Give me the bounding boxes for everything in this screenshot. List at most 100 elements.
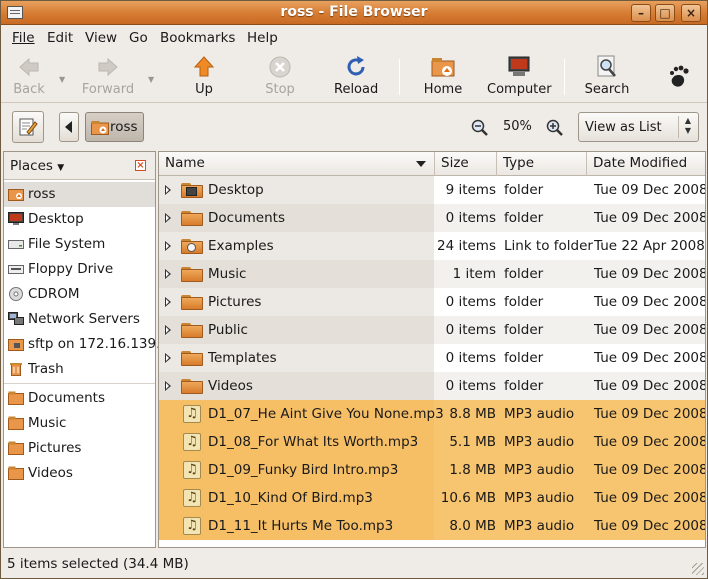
table-row[interactable]: Videos 0 items folder Tue 09 Dec 2008 <box>159 372 705 400</box>
sidebar-item-floppy-drive[interactable]: Floppy Drive <box>4 257 155 282</box>
table-row[interactable]: Documents 0 items folder Tue 09 Dec 2008 <box>159 204 705 232</box>
table-row[interactable]: Templates 0 items folder Tue 09 Dec 2008 <box>159 344 705 372</box>
search-button[interactable]: Search <box>584 55 630 97</box>
expand-triangle-icon[interactable] <box>165 241 171 251</box>
file-date: Tue 09 Dec 2008 <box>594 210 706 226</box>
sidebar-item-cdrom[interactable]: CDROM <box>4 282 155 307</box>
forward-button[interactable]: Forward <box>81 55 135 97</box>
audio-file-icon: ♫ <box>183 517 201 535</box>
file-type: folder <box>504 378 544 394</box>
file-name: Pictures <box>208 294 262 310</box>
sidebar-separator <box>4 383 155 384</box>
file-name: Templates <box>208 350 277 366</box>
sidebar-item-label: Floppy Drive <box>28 261 114 277</box>
sidebar-bookmark-videos[interactable]: Videos <box>4 461 155 486</box>
sidebar-item-sftp[interactable]: sftp on 172.16.139. <box>4 332 160 357</box>
file-date: Tue 09 Dec 2008 <box>594 322 706 338</box>
zoom-in-icon[interactable] <box>546 119 563 136</box>
sidebar-bookmark-documents[interactable]: Documents <box>4 386 155 411</box>
maximize-button[interactable]: □ <box>655 4 675 22</box>
zoom-out-icon[interactable] <box>471 119 488 136</box>
menu-edit[interactable]: Edit <box>47 30 73 46</box>
menu-bar: File Edit View Go Bookmarks Help <box>1 26 707 50</box>
home-button[interactable]: Home <box>423 55 463 97</box>
column-header-date-modified[interactable]: Date Modified <box>587 152 705 176</box>
close-button[interactable]: × <box>681 4 701 22</box>
expand-triangle-icon[interactable] <box>165 325 171 335</box>
expand-triangle-icon[interactable] <box>165 353 171 363</box>
expand-triangle-icon[interactable] <box>165 297 171 307</box>
table-row[interactable]: ♫ D1_11_It Hurts Me Too.mp3 8.0 MB MP3 audi… <box>159 512 705 540</box>
table-row[interactable]: ♫ D1_07_He Aint Give You None.mp3 8.8 MB MP… <box>159 400 705 428</box>
view-as-select[interactable]: View as List ▲ ▼ <box>578 112 699 142</box>
toolbar: Back ▼ Forward ▼ Up Stop Reload Home Com… <box>1 51 707 103</box>
menu-file[interactable]: File <box>12 30 35 46</box>
file-size: 1.8 MB <box>449 462 496 478</box>
sidebar-item-network-servers[interactable]: Network Servers <box>4 307 155 332</box>
table-row[interactable]: Public 0 items folder Tue 09 Dec 2008 <box>159 316 705 344</box>
file-type: Link to folder <box>504 238 593 254</box>
table-row[interactable]: ♫ D1_08_For What Its Worth.mp3 5.1 MB MP3 a… <box>159 428 705 456</box>
path-button-ross[interactable]: ross <box>85 112 144 142</box>
sidebar-bookmark-music[interactable]: Music <box>4 411 155 436</box>
sidebar-item-label: ross <box>28 186 56 202</box>
computer-button[interactable]: Computer <box>487 55 552 97</box>
file-name: Desktop <box>208 182 264 198</box>
close-side-pane-icon[interactable]: × <box>135 160 146 171</box>
places-dropdown[interactable]: Places ▼ <box>10 158 64 174</box>
path-scroll-left-button[interactable] <box>59 112 79 142</box>
sidebar-item-desktop[interactable]: Desktop <box>4 207 155 232</box>
menu-bookmarks[interactable]: Bookmarks <box>160 30 235 46</box>
edit-location-icon <box>19 118 38 136</box>
column-header-size[interactable]: Size <box>435 152 497 176</box>
menu-help[interactable]: Help <box>247 30 278 46</box>
sidebar-item-label: CDROM <box>28 286 80 302</box>
back-history-arrow-icon[interactable]: ▼ <box>59 75 65 84</box>
folder-icon <box>181 378 203 394</box>
file-size: 0 items <box>445 378 496 394</box>
minimize-button[interactable]: – <box>631 4 651 22</box>
audio-file-icon: ♫ <box>183 489 201 507</box>
expand-triangle-icon[interactable] <box>165 185 171 195</box>
title-bar[interactable]: ross - File Browser – □ × <box>1 1 707 25</box>
file-size: 0 items <box>445 294 496 310</box>
column-header-name[interactable]: Name <box>159 152 435 176</box>
menu-view[interactable]: View <box>85 30 117 46</box>
column-header-type[interactable]: Type <box>497 152 587 176</box>
sidebar-item-label: Desktop <box>28 211 84 227</box>
file-date: Tue 09 Dec 2008 <box>594 490 706 506</box>
location-mode-toggle-button[interactable] <box>12 111 44 143</box>
back-button[interactable]: Back <box>9 55 49 97</box>
up-button[interactable]: Up <box>189 55 219 97</box>
sidebar-item-trash[interactable]: Trash <box>4 357 155 382</box>
table-row[interactable]: Music 1 item folder Tue 09 Dec 2008 <box>159 260 705 288</box>
file-name: Documents <box>208 210 285 226</box>
file-name: D1_07_He Aint Give You None.mp3 <box>208 406 444 422</box>
zoom-level[interactable]: 50% <box>503 119 532 134</box>
file-size: 0 items <box>445 210 496 226</box>
file-name: Videos <box>208 378 253 394</box>
audio-file-icon: ♫ <box>183 461 201 479</box>
table-row[interactable]: Pictures 0 items folder Tue 09 Dec 2008 <box>159 288 705 316</box>
file-size: 5.1 MB <box>449 434 496 450</box>
sidebar-bookmark-pictures[interactable]: Pictures <box>4 436 155 461</box>
file-size: 10.6 MB <box>440 490 496 506</box>
menu-go[interactable]: Go <box>129 30 148 46</box>
file-size: 0 items <box>445 322 496 338</box>
remote-folder-icon <box>8 339 24 351</box>
table-row[interactable]: Examples 24 items Link to folder Tue 22 Apr… <box>159 232 705 260</box>
table-row[interactable]: ♫ D1_09_Funky Bird Intro.mp3 1.8 MB MP3 aud… <box>159 456 705 484</box>
folder-icon <box>181 322 203 338</box>
reload-button[interactable]: Reload <box>334 55 378 97</box>
status-text: 5 items selected (34.4 MB) <box>7 556 189 572</box>
forward-history-arrow-icon[interactable]: ▼ <box>148 75 154 84</box>
expand-triangle-icon[interactable] <box>165 269 171 279</box>
sidebar-item-ross[interactable]: ross <box>4 182 155 207</box>
stop-button[interactable]: Stop <box>263 55 297 97</box>
expand-triangle-icon[interactable] <box>165 213 171 223</box>
table-row[interactable]: Desktop 9 items folder Tue 09 Dec 2008 <box>159 176 705 204</box>
expand-triangle-icon[interactable] <box>165 381 171 391</box>
resize-grip[interactable] <box>692 563 704 575</box>
sidebar-item-file-system[interactable]: File System <box>4 232 155 257</box>
table-row[interactable]: ♫ D1_10_Kind Of Bird.mp3 10.6 MB MP3 audio T… <box>159 484 705 512</box>
